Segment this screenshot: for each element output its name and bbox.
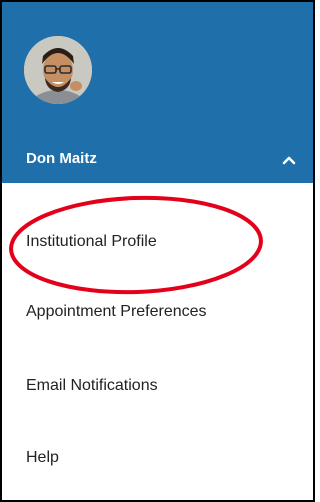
user-photo-icon: [24, 36, 92, 104]
user-name: Don Maitz: [26, 150, 97, 167]
collapse-toggle-button[interactable]: [278, 149, 300, 171]
avatar[interactable]: [24, 36, 92, 104]
menu-item-help[interactable]: Help: [26, 448, 59, 468]
chevron-up-icon: [282, 156, 296, 165]
user-menu-panel: Don Maitz Institutional Profile Appointm…: [0, 0, 315, 502]
menu-item-institutional-profile[interactable]: Institutional Profile: [26, 232, 157, 252]
menu-item-email-notifications[interactable]: Email Notifications: [26, 376, 158, 396]
profile-header: Don Maitz: [2, 2, 313, 183]
menu-item-appointment-preferences[interactable]: Appointment Preferences: [26, 302, 207, 322]
